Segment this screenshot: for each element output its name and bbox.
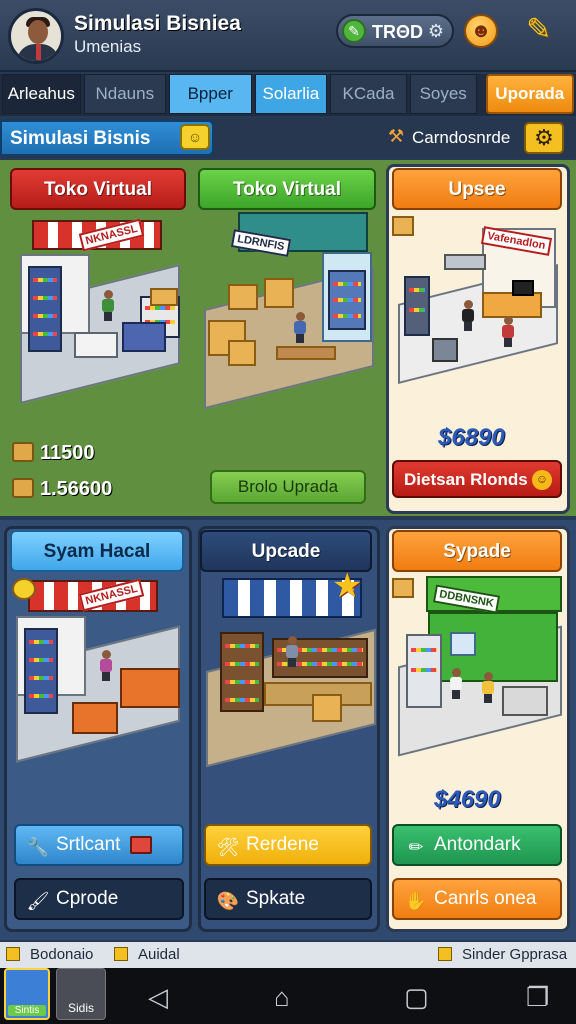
check-icon <box>12 578 36 600</box>
footer-item[interactable]: Bodonaio <box>6 946 93 963</box>
game-screen: Simulasi Bisniea Umenias ✎ TRΘD ⚙ ☻ ✎ Ar… <box>0 0 576 1024</box>
square-icon <box>438 947 452 961</box>
footer-label: Auidal <box>138 946 180 963</box>
game-subtitle: Umenias <box>74 37 142 56</box>
footer-item[interactable]: Auidal <box>114 946 180 963</box>
card-title[interactable]: Sypade <box>392 530 562 572</box>
tab-bar: Arleahus Ndauns Bpper Solarlia KCada Soy… <box>0 74 576 116</box>
action-label: Srtlcant <box>56 834 121 855</box>
smiley-icon[interactable]: ☻ <box>464 14 498 48</box>
card-title[interactable]: Toko Virtual <box>10 168 186 210</box>
stat-value: 11500 <box>40 442 95 464</box>
upgrade-button[interactable]: Uporada <box>485 74 574 114</box>
card-title[interactable]: Upsee <box>392 168 562 210</box>
tools-icon: 🛠 <box>216 837 240 857</box>
rewards-label: Dietsan Rlonds <box>404 470 528 489</box>
upgrade-store-button[interactable]: Brolo Uprada <box>210 470 366 504</box>
tab-arleahus[interactable]: Arleahus <box>2 74 81 114</box>
tab-soyes[interactable]: Soyes <box>409 74 477 114</box>
action-button[interactable]: ✋ Canrls onea <box>392 878 562 920</box>
hammer-icon: ⚒ <box>388 126 405 146</box>
section-right-label[interactable]: Carndosnrde <box>412 128 510 148</box>
store-illustration: DDBNSNK <box>392 576 566 757</box>
app-label: Sintis <box>8 1005 46 1016</box>
gear-icon[interactable]: ⚙ <box>428 21 444 42</box>
smile-badge-icon[interactable]: ☺ <box>180 124 210 150</box>
action-button[interactable]: 🛠 Rerdene <box>204 824 372 866</box>
card-title[interactable]: Toko Virtual <box>198 168 376 210</box>
currency-label: TRΘD <box>372 22 423 42</box>
tab-solarlia[interactable]: Solarlia <box>254 74 328 114</box>
recents-icon[interactable]: ▢ <box>404 982 429 1013</box>
section-header: Simulasi Bisnis ☺ ⚒ Carndosnrde ⚙ <box>0 118 576 158</box>
smile-icon: ☺ <box>532 470 552 490</box>
footer-item[interactable]: Sinder Gpprasa <box>438 946 567 963</box>
action-button[interactable]: 🎨 Spkate <box>204 878 372 920</box>
game-title: Simulasi Bisniea <box>74 12 241 35</box>
store-illustration: LDRNFIS <box>198 212 380 410</box>
tab-ndauns[interactable]: Ndauns <box>83 74 167 114</box>
price-label: $4690 <box>434 786 501 813</box>
crate-icon <box>12 478 34 498</box>
currency-pill[interactable]: ✎ TRΘD ⚙ <box>336 14 454 48</box>
tab-kcada[interactable]: KCada <box>330 74 407 114</box>
box-icon <box>392 216 414 236</box>
crate-icon <box>12 442 34 462</box>
footer-label: Sinder Gpprasa <box>462 946 568 963</box>
stat-coins: 11500 <box>12 442 95 465</box>
back-icon[interactable]: ◁ <box>148 982 168 1013</box>
pencil-icon: ✏ <box>408 837 424 857</box>
pin-icon[interactable]: ✎ <box>526 12 551 47</box>
paint-icon: 🎨 <box>216 891 240 911</box>
footer-label: Bodonaio <box>30 946 94 963</box>
leaf-icon: ✎ <box>342 19 366 43</box>
cash-icon <box>130 836 152 854</box>
action-label: Canrls onea <box>434 888 537 909</box>
app-shortcut[interactable]: Sintis <box>4 968 50 1020</box>
footer-bar: Bodonaio Auidal Sinder Gpprasa <box>0 942 576 968</box>
action-label: Cprode <box>56 888 119 909</box>
box-icon <box>392 578 414 598</box>
star-icon: ★ <box>332 567 363 605</box>
app-label: Sidis <box>67 1001 94 1015</box>
action-label: Spkate <box>246 888 306 909</box>
action-label: Rerdene <box>246 834 319 855</box>
multiwindow-icon[interactable]: ❐ <box>526 982 549 1013</box>
action-label: Antondark <box>434 834 521 855</box>
top-bar: Simulasi Bisniea Umenias ✎ TRΘD ⚙ ☻ ✎ <box>0 0 576 72</box>
action-button[interactable]: 🖌 Cprode <box>14 878 184 920</box>
brush-icon: 🖌 <box>26 891 50 911</box>
stat-value: 1.56600 <box>40 478 113 500</box>
settings-icon[interactable]: ⚙ <box>524 122 564 154</box>
store-illustration: Vafenadlon <box>392 214 564 384</box>
stat-goods: 1.56600 <box>12 478 112 501</box>
square-icon <box>114 947 128 961</box>
glove-icon: ✋ <box>404 891 428 911</box>
app-shortcut[interactable]: Sidis <box>56 968 106 1020</box>
action-button[interactable]: ✏ Antondark <box>392 824 562 866</box>
price-label: $6890 <box>438 424 505 451</box>
home-icon[interactable]: ⌂ <box>274 982 290 1013</box>
square-icon <box>6 947 20 961</box>
rewards-button[interactable]: Dietsan Rlonds ☺ <box>392 460 562 498</box>
store-illustration: NKNASSL <box>10 214 190 404</box>
action-button[interactable]: 🔧 Srtlcant <box>14 824 184 866</box>
store-illustration: NKNASSL <box>10 576 186 763</box>
avatar[interactable] <box>8 8 64 64</box>
wrench-icon: 🔧 <box>26 837 50 857</box>
tab-bpper[interactable]: Bpper <box>169 74 252 114</box>
card-title[interactable]: Syam Hacal <box>10 530 184 572</box>
